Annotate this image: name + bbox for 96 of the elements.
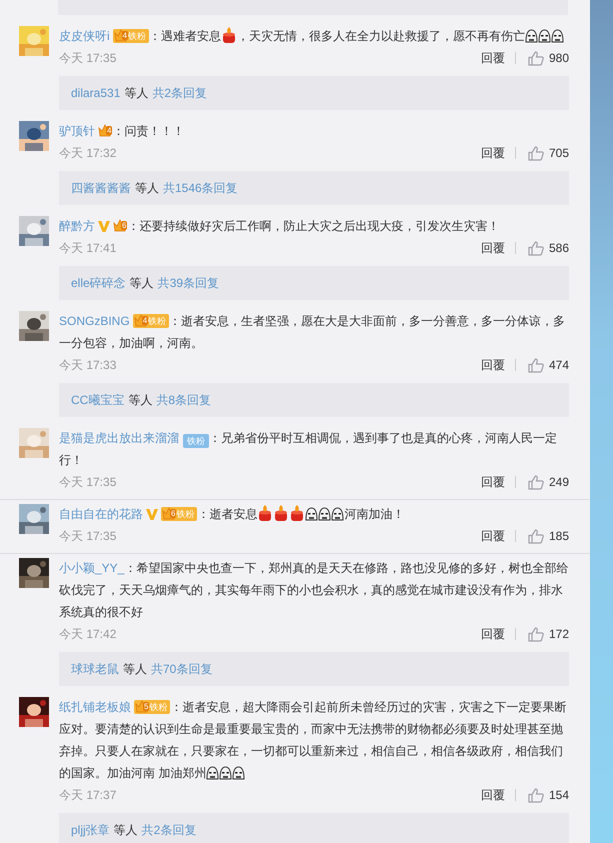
fan-badge: 铁粉 — [183, 434, 209, 448]
level-number: 6 — [170, 509, 176, 518]
fan-label: 铁粉 — [149, 700, 168, 714]
comment-text: SONGzBING 4铁粉 ：逝者安息，生者坚强，愿在大是大非面前，多一分善意，多一分体谅，多一分包容，加油啊，河南。 — [59, 310, 569, 354]
reply-link[interactable]: 回覆 — [480, 52, 516, 64]
user-link[interactable]: CC曦宝宝 — [71, 392, 124, 408]
replies-link[interactable]: 共39条回复 — [158, 274, 220, 292]
crying-face-icon — [232, 766, 246, 780]
like-button[interactable]: 586 — [516, 240, 569, 256]
comment-text: 小小颖_YY_：希望国家中央也查一下，郑州真的是天天在修路，路也没见修的多好，树也全部给砍伐完了，天天乌烟瘴气的，其实每年雨下的小也会积水，真的感觉在城市建设没有作为，排水系统真的很不好 — [59, 560, 569, 621]
username-link[interactable]: 纸扎铺老板娘 — [59, 700, 131, 714]
user-link[interactable]: elle碎碎念 — [71, 274, 126, 292]
level-number: 6 — [121, 221, 128, 230]
like-count: 705 — [548, 146, 569, 160]
reply-note: 等人 — [130, 274, 154, 292]
thumbs-up-icon — [528, 626, 544, 642]
timestamp: 今天 17:35 — [59, 50, 118, 66]
reply-note: 等人 — [123, 660, 147, 678]
like-button[interactable]: 474 — [516, 356, 569, 374]
like-count: 980 — [548, 51, 569, 65]
reply-link[interactable]: 回覆 — [480, 359, 516, 371]
thumbs-up-icon — [528, 50, 544, 66]
thumbs-up-icon — [528, 474, 544, 490]
like-button[interactable]: 249 — [516, 474, 569, 490]
timestamp: 今天 17:32 — [59, 144, 118, 162]
like-button[interactable]: 185 — [516, 528, 569, 544]
crying-face-icon — [206, 766, 220, 780]
like-count: 586 — [548, 241, 569, 255]
reply-link[interactable]: 回覆 — [480, 242, 516, 254]
reply-note: 等人 — [135, 180, 159, 196]
user-link[interactable]: pljj张章 — [71, 822, 110, 838]
comment-text: 皮皮侠呀i 4铁粉 ：遇难者安息 ，天灾无情，很多人在全力以赴救援了，愿不再有伤亡 — [59, 25, 569, 47]
thumbs-up-icon — [528, 240, 544, 256]
reply-link[interactable]: 回覆 — [480, 789, 516, 801]
like-button[interactable]: 172 — [516, 626, 569, 642]
like-button[interactable]: 705 — [516, 144, 569, 162]
username-link[interactable]: 是猫是虎出放出来溜溜 — [59, 431, 179, 445]
thumbs-up-icon — [528, 528, 544, 544]
fan-label: 铁粉 — [148, 314, 166, 328]
reply-link[interactable]: 回覆 — [480, 628, 516, 640]
username-link[interactable]: 自由自在的花路 — [59, 507, 143, 521]
comment-text: 是猫是虎出放出来溜溜 铁粉 ：兄弟省份平时互相调侃，遇到事了也是真的心疼，河南人民一定行！ — [59, 430, 558, 469]
thumbs-up-icon — [528, 358, 544, 372]
crying-face-icon — [305, 507, 318, 521]
thumbs-up-icon — [528, 788, 544, 802]
candle-icon — [257, 505, 274, 521]
replies-link[interactable]: 共70条回复 — [151, 660, 212, 678]
reply-link[interactable]: 回覆 — [480, 530, 516, 542]
fan-label: 铁粉 — [128, 30, 146, 42]
user-link[interactable]: dilara531 — [71, 86, 120, 100]
user-link[interactable]: 四酱酱酱酱 — [71, 180, 131, 196]
reply-note: 等人 — [128, 392, 152, 408]
candle-icon — [221, 27, 238, 43]
timestamp: 今天 17:37 — [59, 786, 118, 804]
replies-link[interactable]: 共2条回复 — [142, 822, 196, 838]
crying-face-icon — [318, 507, 332, 521]
level-number: 5 — [143, 702, 150, 711]
crying-face-icon — [551, 29, 564, 43]
timestamp: 今天 17:35 — [59, 474, 118, 490]
reply-note: 等人 — [114, 822, 138, 838]
username-link[interactable]: 小小颖_YY_ — [59, 561, 124, 575]
like-button[interactable]: 980 — [516, 50, 569, 66]
reply-link[interactable]: 回覆 — [480, 476, 516, 488]
reply-note: 等人 — [124, 84, 148, 102]
level-number: 4 — [106, 126, 112, 135]
comment-text: 自由自在的花路 6铁粉 ：逝者安息 河南加油！ — [59, 503, 569, 525]
like-count: 474 — [548, 358, 569, 372]
like-count: 154 — [548, 788, 569, 802]
thumbs-up-icon — [528, 146, 544, 160]
crying-face-icon — [538, 29, 552, 43]
candle-icon — [273, 505, 290, 521]
reply-link[interactable]: 回覆 — [480, 147, 516, 159]
timestamp: 今天 17:35 — [59, 528, 118, 544]
username-link[interactable]: 驴顶针 — [59, 124, 95, 138]
fan-label: 铁粉 — [176, 508, 194, 520]
crying-face-icon — [331, 507, 344, 521]
crying-face-icon — [219, 766, 232, 780]
comment-text: 纸扎铺老板娘 5铁粉 ：逝者安息，超大降雨会引起前所未曾经历过的灾害，灾害之下一定要果断应对。要清楚的认识到生命是最重要最宝贵的，而家中无法携带的财物都必须要及时处理甚至抛弃掉。只要人在家就在，只要家在，一切都可以重新来过，相信自己，相信各级政府，相信我们的国家。加油河南 加油郑州 — [59, 696, 569, 784]
like-count: 172 — [548, 627, 569, 641]
username-link[interactable]: 醉黔方 — [59, 219, 95, 233]
like-count: 249 — [548, 475, 569, 489]
timestamp: 今天 17:42 — [59, 626, 118, 642]
timestamp: 今天 17:33 — [59, 356, 118, 374]
replies-link[interactable]: 共8条回复 — [156, 392, 212, 408]
username-link[interactable]: 皮皮侠呀i — [59, 29, 110, 43]
replies-link[interactable]: 共1546条回复 — [163, 180, 238, 196]
user-link[interactable]: 球球老鼠 — [71, 660, 119, 678]
verified-icon — [146, 509, 158, 520]
timestamp: 今天 17:41 — [59, 240, 118, 256]
like-button[interactable]: 154 — [516, 786, 569, 804]
verified-icon — [98, 221, 110, 232]
replies-link[interactable]: 共2条回复 — [152, 84, 208, 102]
like-count: 185 — [548, 529, 569, 543]
candle-icon — [289, 505, 306, 521]
username-link[interactable]: SONGzBING — [59, 314, 130, 328]
crying-face-icon — [525, 29, 538, 43]
